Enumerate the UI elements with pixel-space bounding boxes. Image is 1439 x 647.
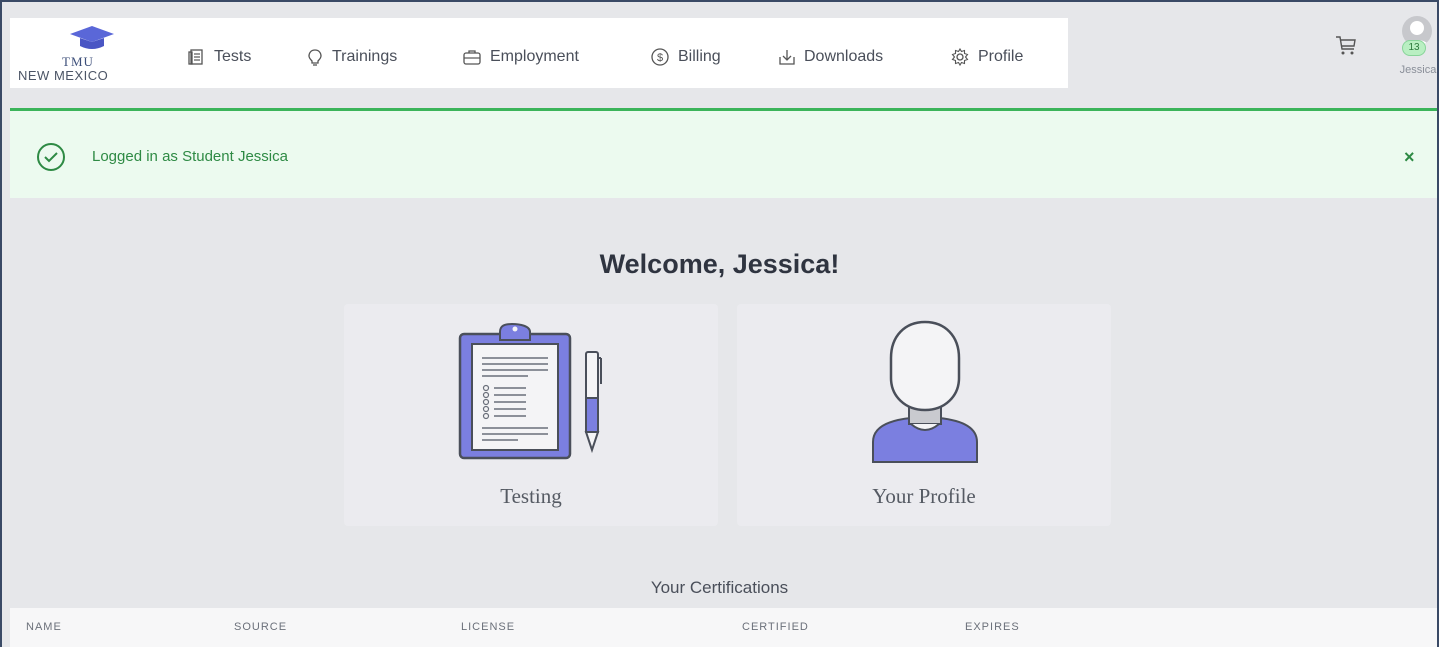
clipboard-icon [458,322,602,460]
col-source[interactable]: SOURCE [234,621,287,633]
testing-card[interactable]: Testing [344,304,718,526]
profile-card[interactable]: Your Profile [737,304,1111,526]
nav-downloads[interactable]: Downloads [778,46,883,68]
col-name[interactable]: NAME [26,621,62,633]
col-certified[interactable]: CERTIFIED [742,621,809,633]
dollar-icon: $ [651,48,669,66]
cart-icon [1336,36,1356,55]
profile-card-label: Your Profile [872,484,976,508]
nav-downloads-label: Downloads [804,48,884,65]
user-name: Jessica [1399,64,1437,76]
nav-employment-label: Employment [490,48,579,65]
col-license[interactable]: LICENSE [461,621,515,633]
testing-card-label: Testing [500,484,562,508]
lightbulb-icon [308,49,322,66]
certifications-table-header: NAME SOURCE LICENSE CERTIFIED EXPIRES [10,608,1438,647]
nav-trainings[interactable]: Trainings [306,46,397,68]
notification-badge: 13 [1402,40,1426,56]
person-icon [872,320,978,463]
graduation-cap-icon [70,26,114,49]
svg-text:$: $ [657,52,663,64]
alert-message: Logged in as Student Jessica [92,148,288,165]
briefcase-icon [463,50,481,65]
success-alert: Logged in as Student Jessica × [10,108,1438,198]
brand-region: NEW MEXICO [18,68,109,83]
user-menu[interactable]: 13 Jessica [1396,16,1438,76]
top-header: TMU NEW MEXICO Tests Trainings Employmen… [0,0,1439,108]
check-circle-icon [37,143,65,171]
download-icon [779,50,795,65]
gear-icon [951,47,969,67]
nav-employment[interactable]: Employment [462,46,579,68]
page-title: Welcome, Jessica! [599,249,840,279]
brand-logo[interactable]: TMU NEW MEXICO [18,24,148,90]
nav-profile[interactable]: Profile [950,46,1023,68]
nav-trainings-label: Trainings [332,48,398,65]
document-icon [188,49,203,65]
nav-tests[interactable]: Tests [188,46,251,68]
nav-billing-label: Billing [678,48,721,65]
nav-profile-label: Profile [978,48,1024,65]
nav-tests-label: Tests [214,48,252,65]
nav-billing[interactable]: $ Billing [650,46,721,68]
cart-button[interactable] [1334,33,1358,62]
col-expires[interactable]: EXPIRES [965,621,1020,633]
alert-close-button[interactable]: × [1404,148,1415,166]
certifications-title: Your Certifications [650,578,789,597]
